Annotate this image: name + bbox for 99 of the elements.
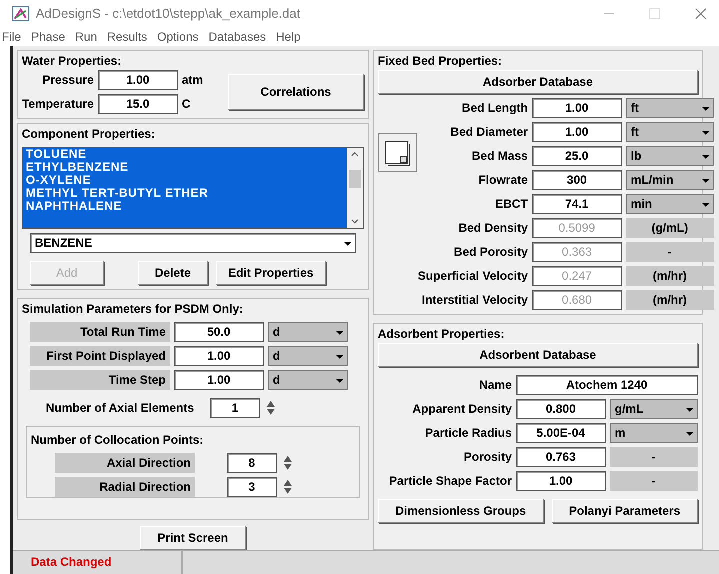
text-field[interactable]: 74.1	[532, 194, 622, 214]
unit-dropdown[interactable]: m	[610, 423, 698, 443]
field-label: Bed Length	[461, 100, 528, 117]
database-button[interactable]: Adsorbent Database	[378, 343, 698, 367]
readout-field: 0.247	[532, 266, 622, 286]
menu-item[interactable]: Results	[107, 28, 148, 46]
spin-field[interactable]: 1	[210, 398, 260, 418]
menu-item[interactable]: Phase	[31, 28, 66, 46]
list-item[interactable]: NAPHTHALENE	[23, 200, 347, 213]
field-label: Number of Axial Elements	[46, 400, 194, 417]
spin-field[interactable]: 8	[227, 453, 277, 473]
window-title: AdDesignS - c:\etdot10\stepp\ak_example.dat	[36, 5, 300, 24]
field-label: Radial Direction	[55, 477, 195, 497]
menu-item[interactable]: Options	[157, 28, 199, 46]
text-field[interactable]: 1.00	[532, 122, 622, 142]
field-label: Bed Mass	[471, 148, 528, 165]
unit-label: -	[626, 242, 714, 262]
list-item[interactable]: ETHYLBENZENE	[23, 161, 347, 174]
component-list[interactable]: TOLUENE ETHYLBENZENE O-XYLENE METHYL TERT-BUTYL ETHER NAPHTHALENE	[22, 147, 364, 229]
combo-box[interactable]: BENZENE	[30, 233, 356, 253]
menu-item[interactable]: Help	[276, 28, 301, 46]
text-field[interactable]: 15.0	[98, 94, 178, 114]
action-button[interactable]: Polanyi Parameters	[552, 499, 698, 523]
field-label: Bed Density	[458, 220, 528, 237]
combo-value: BENZENE	[35, 235, 94, 252]
text-field[interactable]: 1.00	[174, 370, 264, 390]
unit-dropdown[interactable]: g/mL	[610, 399, 698, 419]
spinner-arrows-icon[interactable]	[281, 478, 295, 496]
group-title: Adsorbent Properties:	[378, 326, 506, 343]
scrollbar-icon	[347, 148, 363, 228]
text-field[interactable]: 1.00	[98, 70, 178, 90]
group-title: Simulation Parameters for PSDM Only:	[22, 301, 244, 318]
text-field[interactable]: 0.800	[516, 399, 606, 419]
menu-item[interactable]: Databases	[208, 28, 266, 46]
field-label: Flowrate	[478, 172, 528, 189]
database-button[interactable]: Adsorber Database	[378, 70, 698, 94]
field-label: First Point Displayed	[30, 346, 170, 366]
list-item[interactable]: METHYL TERT-BUTYL ETHER	[23, 187, 347, 200]
readout-field: 0.363	[532, 242, 622, 262]
field-label: Particle Shape Factor	[388, 473, 512, 490]
field-label: Superficial Velocity	[418, 268, 528, 285]
action-button[interactable]: Edit Properties	[216, 261, 326, 285]
app-icon	[12, 6, 30, 22]
readout-field: 0.680	[532, 290, 622, 310]
text-field[interactable]: Atochem 1240	[516, 375, 698, 395]
unit-dropdown[interactable]: mL/min	[626, 170, 714, 190]
menu-item[interactable]: Run	[75, 28, 98, 46]
action-button[interactable]: Delete	[138, 261, 208, 285]
action-button[interactable]: Dimensionless Groups	[378, 499, 544, 523]
group-title: Fixed Bed Properties:	[378, 53, 504, 70]
field-label: Temperature	[22, 96, 94, 113]
text-field[interactable]: 1.00	[532, 98, 622, 118]
field-label: Particle Radius	[424, 425, 512, 442]
unit-dropdown[interactable]: ft	[626, 98, 714, 118]
readout-field: 0.5099	[532, 218, 622, 238]
document-stack-icon[interactable]	[378, 133, 418, 173]
field-label: Time Step	[30, 370, 170, 390]
group-title: Water Properties:	[22, 53, 123, 70]
unit-dropdown[interactable]: lb	[626, 146, 714, 166]
field-label: Pressure	[42, 72, 94, 89]
unit-dropdown[interactable]: d	[268, 322, 348, 342]
field-label: Bed Diameter	[450, 124, 528, 141]
unit-dropdown[interactable]: ft	[626, 122, 714, 142]
text-field[interactable]: 5.00E-04	[516, 423, 606, 443]
unit-dropdown[interactable]: d	[268, 370, 348, 390]
field-label: Axial Direction	[55, 453, 195, 473]
text-field[interactable]: 25.0	[532, 146, 622, 166]
correlations-button[interactable]: Correlations	[228, 74, 364, 110]
unit-label: C	[182, 96, 192, 113]
unit-dropdown[interactable]: min	[626, 194, 714, 214]
unit-dropdown[interactable]: d	[268, 346, 348, 366]
close-icon[interactable]	[695, 8, 707, 20]
group-title: Number of Collocation Points:	[31, 432, 205, 449]
field-label: Interstitial Velocity	[421, 292, 528, 309]
text-field[interactable]: 1.00	[174, 346, 264, 366]
spin-field[interactable]: 3	[227, 477, 277, 497]
unit-label: (m/hr)	[626, 266, 714, 286]
text-field[interactable]: 50.0	[174, 322, 264, 342]
field-label: Total Run Time	[30, 322, 170, 342]
text-field[interactable]: 300	[532, 170, 622, 190]
unit-label: (m/hr)	[626, 290, 714, 310]
text-field[interactable]: 0.763	[516, 447, 606, 467]
field-label: EBCT	[494, 196, 528, 213]
field-label: Bed Porosity	[453, 244, 528, 261]
list-item[interactable]: TOLUENE	[23, 148, 347, 161]
field-label: Name	[478, 377, 512, 394]
menu-item[interactable]: File	[2, 28, 22, 46]
unit-label: (g/mL)	[626, 218, 714, 238]
unit-label: -	[610, 447, 698, 467]
list-item[interactable]: O-XYLENE	[23, 174, 347, 187]
unit-label: atm	[182, 72, 204, 89]
spinner-arrows-icon[interactable]	[281, 454, 295, 472]
field-label: Apparent Density	[412, 401, 512, 418]
status-message: Data Changed	[13, 551, 183, 574]
group-title: Component Properties:	[22, 126, 156, 143]
field-label: Porosity	[462, 449, 512, 466]
unit-label: -	[610, 471, 698, 491]
text-field[interactable]: 1.00	[516, 471, 606, 491]
print-screen-button[interactable]: Print Screen	[140, 526, 246, 550]
